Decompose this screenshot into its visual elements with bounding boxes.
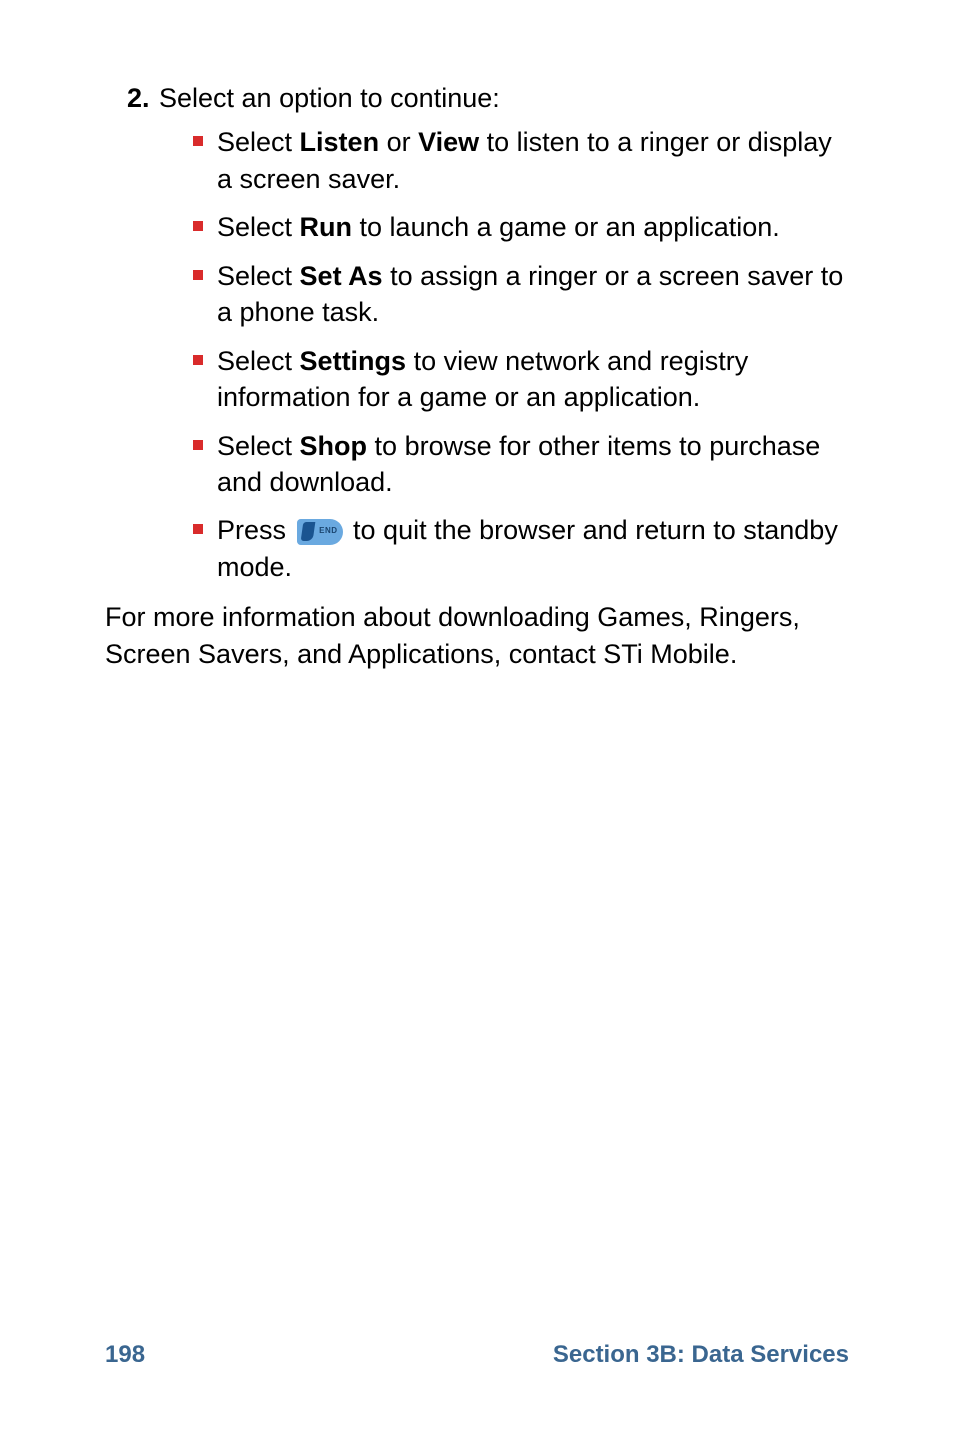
square-bullet-icon	[193, 355, 203, 365]
closing-paragraph: For more information about downloading G…	[105, 599, 849, 672]
bullet-item: Select Set As to assign a ringer or a sc…	[193, 258, 849, 331]
bullet-text: Select Shop to browse for other items to…	[217, 428, 849, 501]
bullet-text: Press to quit the browser and return to …	[217, 512, 849, 585]
square-bullet-icon	[193, 524, 203, 534]
bullet-list: Select Listen or View to listen to a rin…	[193, 124, 849, 585]
bullet-item: Select Listen or View to listen to a rin…	[193, 124, 849, 197]
square-bullet-icon	[193, 221, 203, 231]
page-number: 198	[105, 1341, 145, 1369]
step-text: Select an option to continue:	[159, 80, 849, 116]
bullet-text: Select Set As to assign a ringer or a sc…	[217, 258, 849, 331]
bullet-text: Select Listen or View to listen to a rin…	[217, 124, 849, 197]
square-bullet-icon	[193, 440, 203, 450]
bullet-item: Select Shop to browse for other items to…	[193, 428, 849, 501]
section-label: Section 3B: Data Services	[553, 1341, 849, 1369]
square-bullet-icon	[193, 136, 203, 146]
page-footer: 198 Section 3B: Data Services	[105, 1341, 849, 1369]
numbered-step: 2. Select an option to continue:	[105, 80, 849, 116]
bullet-text: Select Run to launch a game or an applic…	[217, 209, 849, 245]
step-number: 2.	[105, 80, 159, 116]
bullet-item: Press to quit the browser and return to …	[193, 512, 849, 585]
bullet-item: Select Settings to view network and regi…	[193, 343, 849, 416]
square-bullet-icon	[193, 270, 203, 280]
bullet-item: Select Run to launch a game or an applic…	[193, 209, 849, 245]
end-key-icon	[297, 519, 343, 545]
page-content: 2. Select an option to continue: Select …	[105, 80, 849, 672]
bullet-text: Select Settings to view network and regi…	[217, 343, 849, 416]
